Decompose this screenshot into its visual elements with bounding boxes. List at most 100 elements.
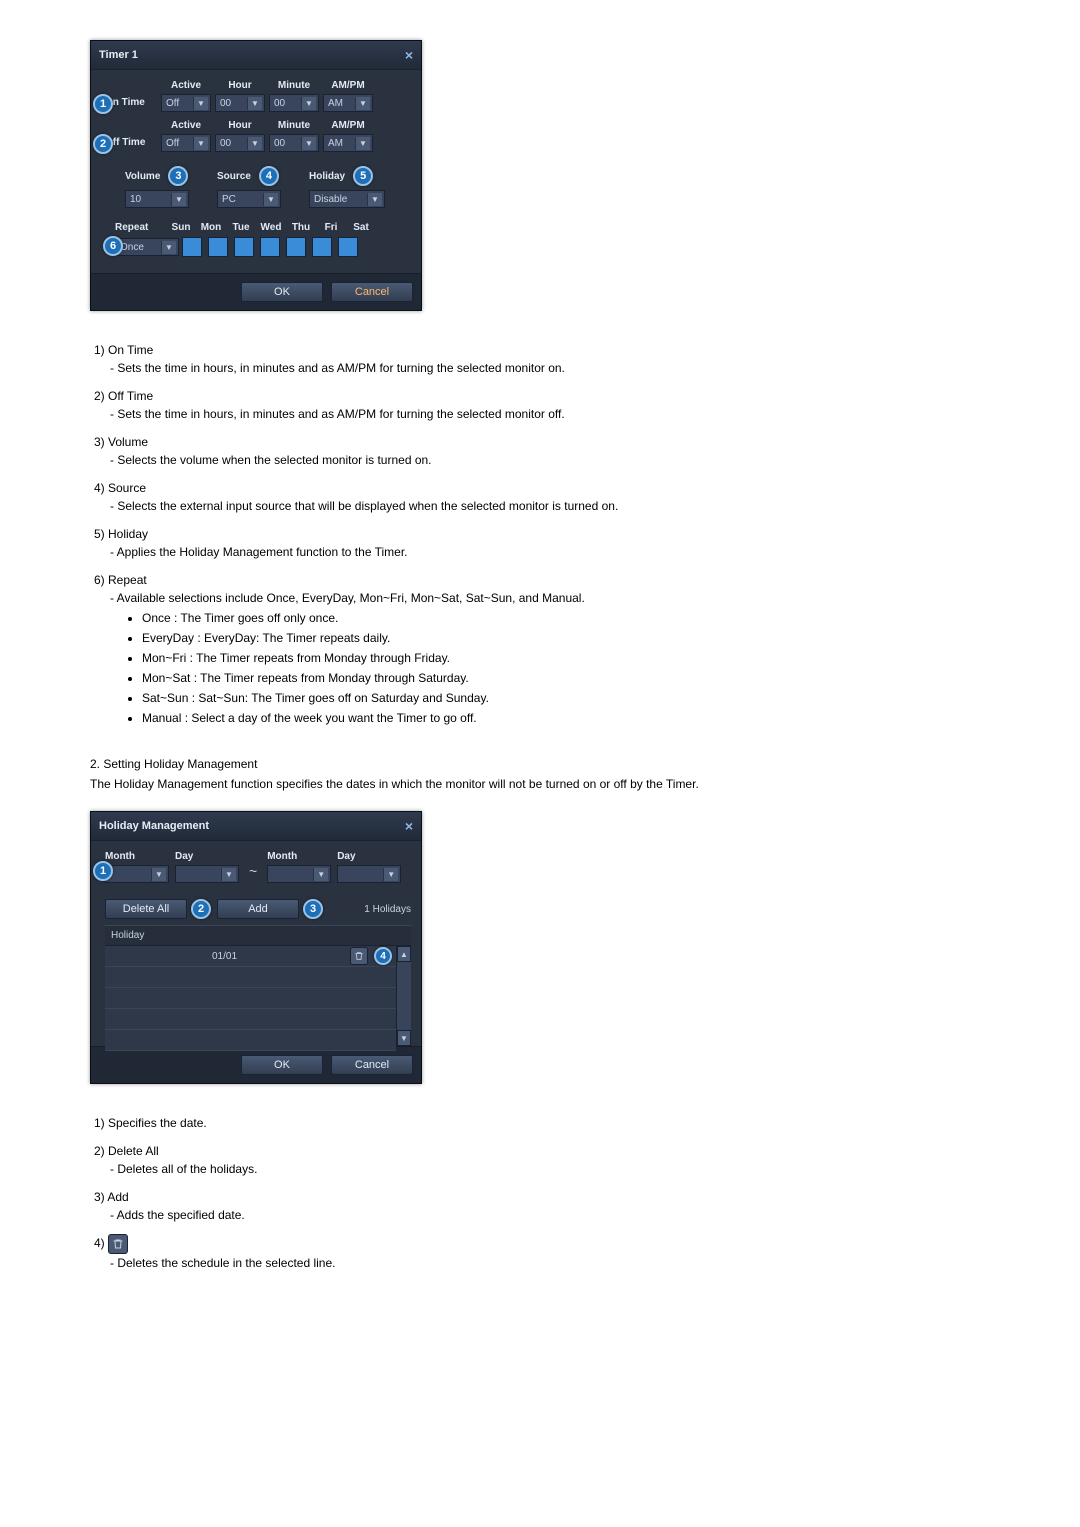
repeat-select[interactable]: Once ▼ xyxy=(115,238,179,256)
volume-select[interactable]: 10 ▼ xyxy=(125,190,189,208)
day-header: Tue xyxy=(229,222,253,233)
chevron-down-icon: ▼ xyxy=(161,241,176,254)
day-checkbox-sat[interactable] xyxy=(338,237,358,257)
item-title: 2) Off Time xyxy=(94,387,990,405)
item-title: 1) On Time xyxy=(94,341,990,359)
item-desc: - Deletes the schedule in the selected l… xyxy=(110,1254,990,1272)
item-desc: - Adds the specified date. xyxy=(110,1206,990,1224)
off-ampm-select[interactable]: AM ▼ xyxy=(323,134,373,152)
day-checkbox-thu[interactable] xyxy=(286,237,306,257)
holiday-table: Holiday 01/01 4 xyxy=(105,925,411,1046)
trash-icon[interactable] xyxy=(350,947,368,965)
day-header: Mon xyxy=(199,222,223,233)
timer-footer: OK Cancel xyxy=(91,273,421,310)
item-desc: - Deletes all of the holidays. xyxy=(110,1160,990,1178)
trash-icon xyxy=(108,1234,128,1254)
off-active-select[interactable]: Off ▼ xyxy=(161,134,211,152)
on-active-select[interactable]: Off ▼ xyxy=(161,94,211,112)
ok-button[interactable]: OK xyxy=(241,1055,323,1075)
chevron-down-icon: ▼ xyxy=(301,97,316,110)
end-day-header: Day xyxy=(337,851,355,862)
off-active-header: Active xyxy=(161,120,211,131)
chevron-down-icon: ▼ xyxy=(355,137,370,150)
volume-label: Volume xyxy=(125,171,160,182)
chevron-down-icon: ▼ xyxy=(301,137,316,150)
holiday-section-desc: The Holiday Management function specifie… xyxy=(90,777,990,791)
off-minute-select[interactable]: 00 ▼ xyxy=(269,134,319,152)
chevron-down-icon: ▼ xyxy=(171,193,186,206)
on-hour-header: Hour xyxy=(215,80,265,91)
delete-all-button[interactable]: Delete All xyxy=(105,899,187,919)
day-header: Sat xyxy=(349,222,373,233)
on-ampm-select[interactable]: AM ▼ xyxy=(323,94,373,112)
timer-titlebar: Timer 1 × xyxy=(91,41,421,70)
holiday-explanation: 1) Specifies the date. 2) Delete All - D… xyxy=(94,1114,990,1272)
item-desc: - Selects the volume when the selected m… xyxy=(110,451,990,469)
chevron-down-icon: ▼ xyxy=(355,97,370,110)
chevron-down-icon: ▼ xyxy=(313,868,328,881)
on-hour-select[interactable]: 00 ▼ xyxy=(215,94,265,112)
table-header: Holiday xyxy=(105,926,411,946)
chevron-down-icon: ▼ xyxy=(193,97,208,110)
cancel-button[interactable]: Cancel xyxy=(331,282,413,302)
end-month-header: Month xyxy=(267,851,297,862)
day-checkbox-tue[interactable] xyxy=(234,237,254,257)
day-checkbox-wed[interactable] xyxy=(260,237,280,257)
on-minute-header: Minute xyxy=(269,80,319,91)
table-row xyxy=(105,1030,396,1051)
chevron-down-icon: ▼ xyxy=(247,97,262,110)
off-hour-header: Hour xyxy=(215,120,265,131)
callout-3: 3 xyxy=(303,899,323,919)
on-active-header: Active xyxy=(161,80,211,91)
holiday-title: Holiday Management xyxy=(99,820,209,832)
ok-button[interactable]: OK xyxy=(241,282,323,302)
repeat-bullet: Manual : Select a day of the week you wa… xyxy=(142,709,990,727)
table-row[interactable]: 01/01 4 xyxy=(105,946,396,967)
holiday-select[interactable]: Disable ▼ xyxy=(309,190,385,208)
item-title: 5) Holiday xyxy=(94,525,990,543)
holiday-footer: OK Cancel xyxy=(91,1046,421,1083)
item-desc: - Sets the time in hours, in minutes and… xyxy=(110,359,990,377)
callout-3: 3 xyxy=(168,166,188,186)
off-ampm-header: AM/PM xyxy=(323,120,373,131)
on-minute-select[interactable]: 00 ▼ xyxy=(269,94,319,112)
callout-5: 5 xyxy=(353,166,373,186)
item-title: 3) Volume xyxy=(94,433,990,451)
table-row xyxy=(105,1009,396,1030)
table-row xyxy=(105,967,396,988)
day-header: Wed xyxy=(259,222,283,233)
add-button[interactable]: Add xyxy=(217,899,299,919)
item-title: 4) Source xyxy=(94,479,990,497)
end-month-select[interactable]: ▼ xyxy=(267,865,331,883)
chevron-down-icon: ▼ xyxy=(367,193,382,206)
callout-2: 2 xyxy=(191,899,211,919)
day-checkbox-fri[interactable] xyxy=(312,237,332,257)
callout-6: 6 xyxy=(103,236,123,256)
start-day-select[interactable]: ▼ xyxy=(175,865,239,883)
repeat-label: Repeat xyxy=(115,222,167,237)
start-month-select[interactable]: ▼ xyxy=(105,865,169,883)
holiday-dialog: Holiday Management × 1 Month ▼ Day ▼ xyxy=(90,811,422,1084)
end-day-select[interactable]: ▼ xyxy=(337,865,401,883)
day-checkbox-mon[interactable] xyxy=(208,237,228,257)
chevron-down-icon: ▼ xyxy=(151,868,166,881)
chevron-down-icon: ▼ xyxy=(263,193,278,206)
scroll-down-icon[interactable]: ▼ xyxy=(397,1030,411,1046)
repeat-bullet: Mon~Sat : The Timer repeats from Monday … xyxy=(142,669,990,687)
source-select[interactable]: PC ▼ xyxy=(217,190,281,208)
chevron-down-icon: ▼ xyxy=(193,137,208,150)
close-icon[interactable]: × xyxy=(405,818,413,834)
cancel-button[interactable]: Cancel xyxy=(331,1055,413,1075)
day-checkbox-sun[interactable] xyxy=(182,237,202,257)
scrollbar[interactable]: ▲ ▼ xyxy=(396,946,411,1046)
off-hour-select[interactable]: 00 ▼ xyxy=(215,134,265,152)
item-title: 6) Repeat xyxy=(94,571,990,589)
holiday-section-title: 2. Setting Holiday Management xyxy=(90,757,990,771)
close-icon[interactable]: × xyxy=(405,47,413,63)
start-month-header: Month xyxy=(105,851,135,862)
scroll-up-icon[interactable]: ▲ xyxy=(397,946,411,962)
item-desc: - Sets the time in hours, in minutes and… xyxy=(110,405,990,423)
item-title: 2) Delete All xyxy=(94,1142,990,1160)
callout-2: 2 xyxy=(93,134,113,154)
timer-title: Timer 1 xyxy=(99,49,138,61)
